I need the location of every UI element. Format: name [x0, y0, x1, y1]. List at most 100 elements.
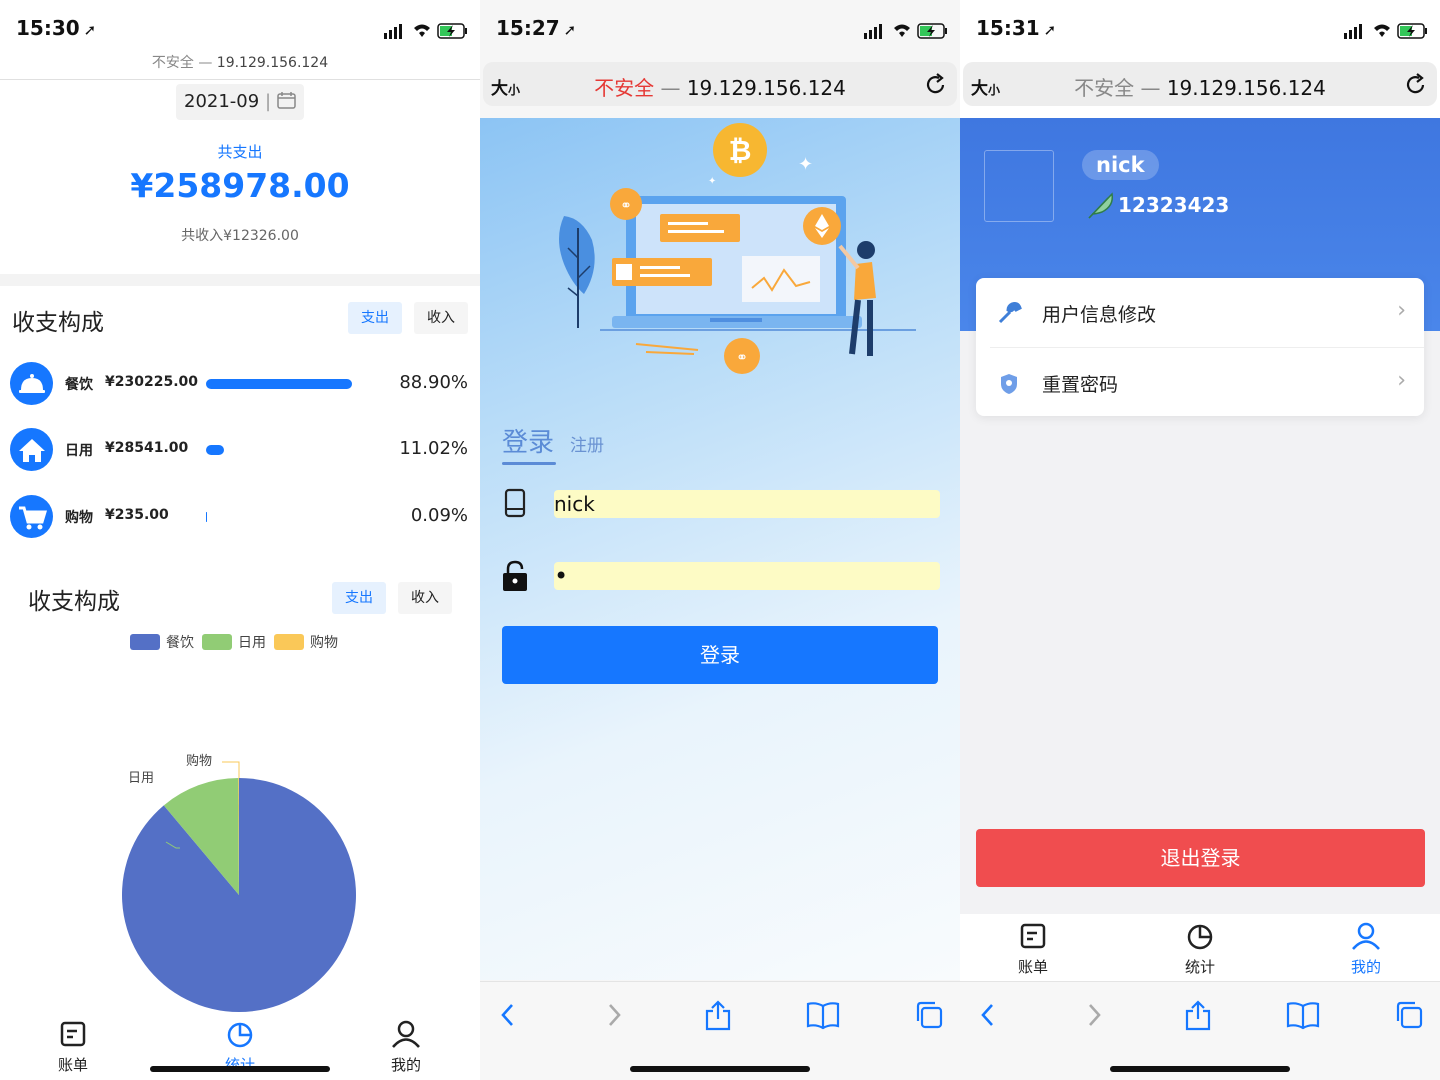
- back-icon[interactable]: [976, 1000, 1000, 1030]
- reload-icon[interactable]: [1405, 72, 1427, 96]
- status-bar: 15:27 ➚: [480, 0, 960, 58]
- address-bar[interactable]: 大小 不安全 — 19.129.156.124: [483, 62, 957, 106]
- status-bar: 15:31 ➚: [960, 0, 1440, 58]
- status-bar: 15:30 ➚: [0, 0, 480, 58]
- tab-login[interactable]: 登录: [502, 422, 554, 459]
- home-indicator: [630, 1066, 810, 1072]
- category-bar: [206, 445, 370, 455]
- forward-icon[interactable]: [1082, 1000, 1106, 1030]
- username-input[interactable]: nick: [554, 490, 940, 518]
- status-time: 15:31 ➚: [976, 16, 1057, 40]
- expense-label: 共支出: [217, 143, 263, 161]
- month-picker[interactable]: 2021-09 |: [176, 84, 304, 120]
- house-icon: [10, 428, 53, 471]
- wrench-icon: [998, 302, 1022, 324]
- expense-tab[interactable]: 支出: [348, 302, 402, 334]
- user-id: 12323423: [1118, 193, 1230, 217]
- expense-total: ¥258978.00: [130, 166, 350, 205]
- profile-screen: 15:31 ➚ 大小 不安全 — 19.129.156.124 nick 1232…: [960, 0, 1440, 1080]
- tab-register[interactable]: 注册: [570, 431, 604, 456]
- pie-label-daily: 日用: [128, 771, 154, 786]
- browser-toolbar: [480, 981, 960, 1080]
- chart-legend: 餐饮 日用 购物: [130, 632, 346, 652]
- category-amount: ¥235.00: [105, 507, 169, 523]
- category-bar-fill: [206, 445, 225, 455]
- settings-menu: 用户信息修改 › 重置密码 ›: [976, 278, 1424, 416]
- bill-icon: [1020, 923, 1046, 949]
- stats-screen: 15:30 ➚ 不安全 — 19.129.156.124 2021-09 | 共支…: [0, 0, 480, 1080]
- svg-text:₿: ₿: [729, 134, 752, 167]
- legend-item[interactable]: 日用: [202, 632, 266, 652]
- address-bar[interactable]: 大小 不安全 — 19.129.156.124: [963, 62, 1437, 106]
- bookmarks-icon[interactable]: [806, 1000, 840, 1030]
- menu-item-edit-profile[interactable]: 用户信息修改 ›: [976, 278, 1424, 347]
- password-input[interactable]: •: [554, 562, 940, 590]
- category-bar: [206, 512, 370, 522]
- legend-item[interactable]: 购物: [274, 632, 338, 652]
- category-name: 餐饮: [65, 377, 93, 393]
- shopping-label-line: [222, 761, 240, 778]
- tab-mine[interactable]: 我的: [1326, 922, 1406, 977]
- category-amount: ¥28541.00: [105, 440, 189, 456]
- pie-chart-icon: [1187, 924, 1213, 950]
- reload-icon[interactable]: [925, 72, 947, 96]
- income-tab[interactable]: 收入: [414, 302, 468, 334]
- pie-income-tab[interactable]: 收入: [398, 582, 452, 614]
- chevron-right-icon: ›: [1397, 368, 1406, 393]
- login-screen: 15:27 ➚ 大小 不安全 — 19.129.156.124 ₿ ✦ ✦ ⚭ …: [480, 0, 960, 1080]
- url-text[interactable]: 不安全 — 19.129.156.124: [963, 72, 1437, 101]
- bookmarks-icon[interactable]: [1286, 1000, 1320, 1030]
- login-button[interactable]: 登录: [502, 626, 938, 684]
- category-row[interactable]: 日用 ¥28541.00 11.02%: [10, 428, 470, 472]
- lock-icon: [503, 560, 527, 591]
- category-amount: ¥230225.00: [105, 374, 198, 390]
- svg-text:⚭: ⚭: [620, 198, 632, 214]
- legend-item[interactable]: 餐饮: [130, 632, 194, 652]
- calendar-icon: [276, 92, 296, 109]
- category-row[interactable]: 购物 ¥235.00 0.09%: [10, 495, 470, 539]
- address-bar[interactable]: 不安全 — 19.129.156.124: [0, 52, 480, 72]
- tab-stats[interactable]: 统计: [1160, 922, 1240, 977]
- menu-item-label: 重置密码: [1042, 374, 1119, 396]
- pie-chart: 日用 购物: [121, 753, 356, 1012]
- shield-icon: [1001, 374, 1017, 394]
- status-icons: [384, 23, 467, 39]
- tab-bill[interactable]: 账单: [33, 1020, 113, 1075]
- bill-icon: [60, 1021, 86, 1047]
- pie-label-shopping: 购物: [186, 753, 212, 769]
- tab-mine[interactable]: 我的: [366, 1020, 446, 1075]
- home-indicator: [1110, 1066, 1290, 1072]
- hero-illustration: ₿ ✦ ✦ ⚭ ⚭: [559, 123, 916, 374]
- status-time: 15:27 ➚: [496, 16, 577, 40]
- status-icons: [864, 23, 947, 39]
- username-badge: nick: [1082, 150, 1159, 180]
- share-icon[interactable]: [704, 1000, 732, 1032]
- tab-bill[interactable]: 账单: [993, 922, 1073, 977]
- status-time: 15:30 ➚: [16, 16, 97, 40]
- status-icons: [1344, 23, 1427, 39]
- back-icon[interactable]: [496, 1000, 520, 1030]
- menu-item-reset-password[interactable]: 重置密码 ›: [976, 348, 1424, 417]
- home-indicator: [150, 1066, 330, 1072]
- bottom-tabbar: 账单 统计 我的: [960, 914, 1440, 981]
- income-total: 共收入¥12326.00: [181, 228, 299, 244]
- pie-expense-tab[interactable]: 支出: [332, 582, 386, 614]
- food-cover-icon: [10, 362, 53, 405]
- avatar[interactable]: [984, 150, 1054, 222]
- category-row[interactable]: 餐饮 ¥230225.00 88.90%: [10, 362, 470, 406]
- category-name: 购物: [65, 510, 93, 526]
- url-text[interactable]: 不安全 — 19.129.156.124: [483, 72, 957, 101]
- svg-text:✦: ✦: [798, 154, 813, 175]
- category-percent: 0.09%: [410, 505, 468, 526]
- pie-chart-icon: [227, 1022, 253, 1048]
- share-icon[interactable]: [1184, 1000, 1212, 1032]
- feather-icon: [1088, 192, 1114, 219]
- section-divider: [0, 274, 480, 286]
- logout-button[interactable]: 退出登录: [976, 829, 1425, 887]
- active-tab-underline: [502, 462, 556, 465]
- forward-icon[interactable]: [602, 1000, 626, 1030]
- category-name: 日用: [65, 443, 93, 459]
- category-bar-fill: [206, 379, 352, 389]
- tabs-icon[interactable]: [914, 1000, 944, 1030]
- tabs-icon[interactable]: [1394, 1000, 1424, 1030]
